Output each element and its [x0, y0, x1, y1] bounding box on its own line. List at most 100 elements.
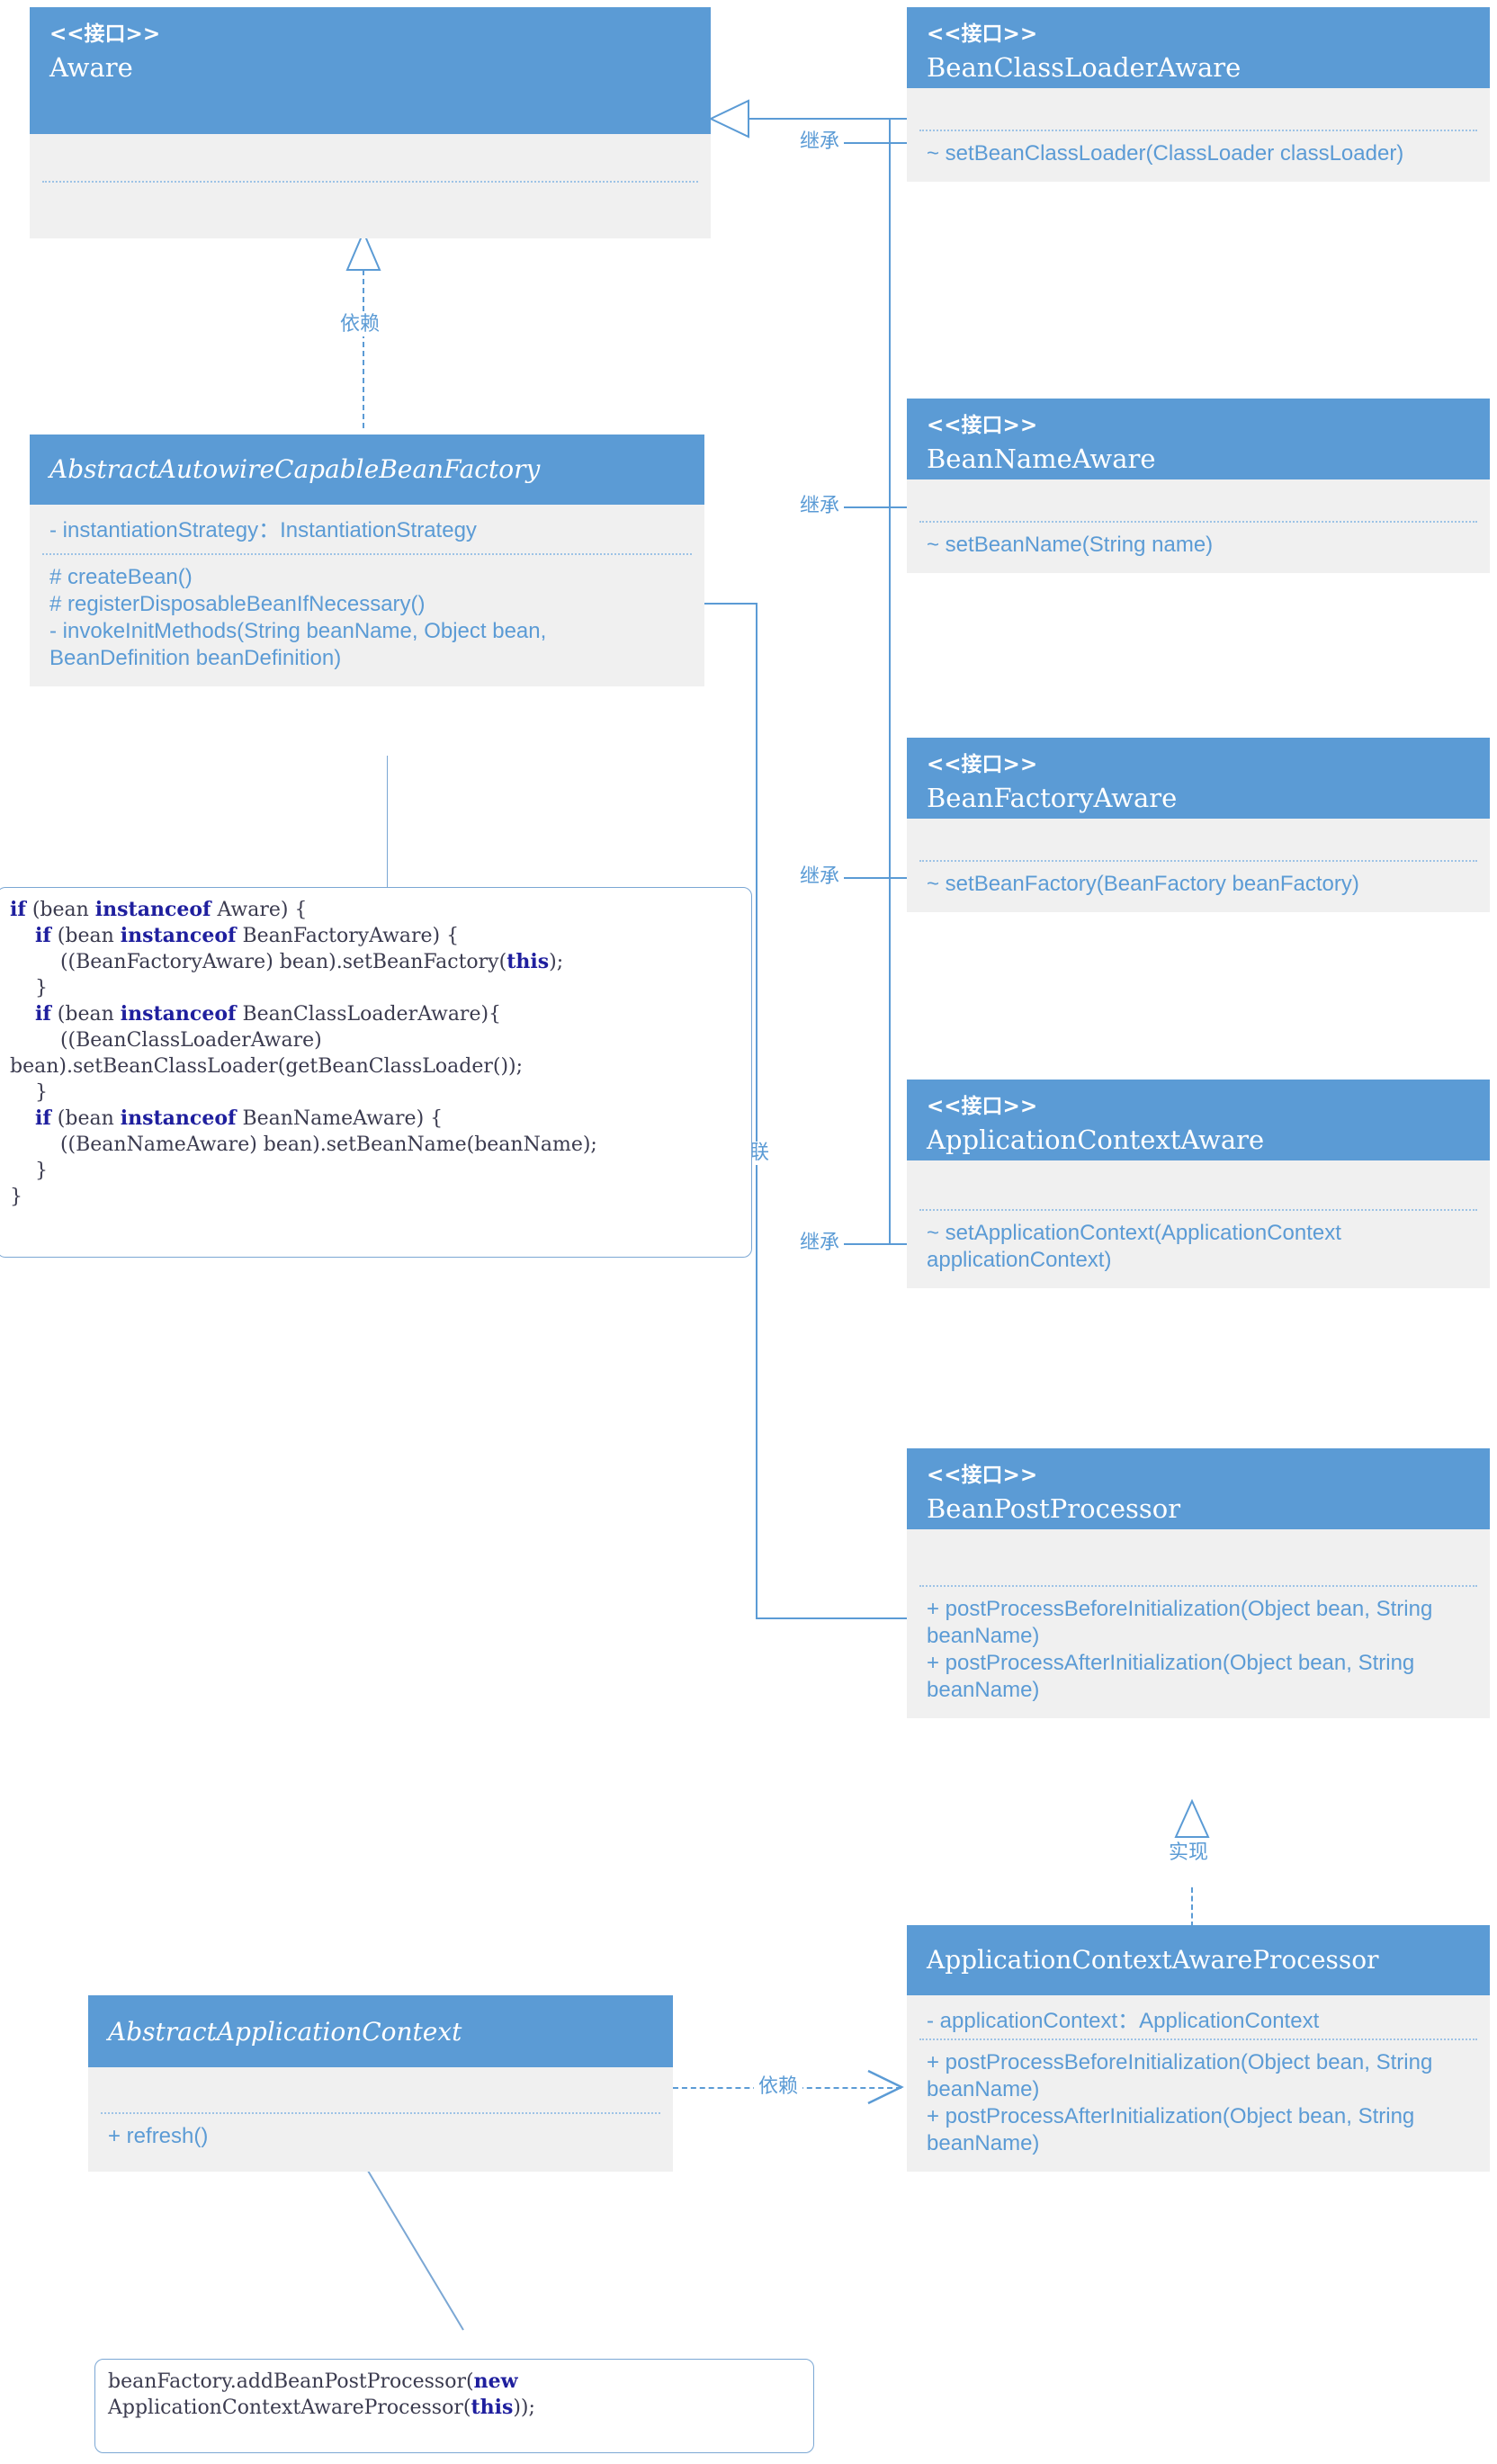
class-box-bean-post-processor[interactable]: <<接口>> BeanPostProcessor + postProcessBe…	[907, 1448, 1490, 1718]
code-line: ((BeanNameAware) bean).setBeanName(beanN…	[10, 1132, 739, 1158]
edge-aware-to-spine	[748, 118, 891, 120]
code-line: bean).setBeanClassLoader(getBeanClassLoa…	[10, 1053, 739, 1080]
code-keyword: this	[471, 2396, 514, 2419]
code-line: }	[10, 1158, 739, 1184]
uml-diagram-canvas: 继承 继承 继承 继承 依赖 关联 实现 依赖 <<接口>> Aware	[0, 0, 1497, 2464]
class-attributes-aac	[88, 2067, 673, 2112]
class-body-bcla: ~ setBeanClassLoader(ClassLoader classLo…	[907, 88, 1490, 182]
class-header-aac: AbstractApplicationContext	[88, 1995, 673, 2067]
attribute-row: - applicationContext：ApplicationContext	[927, 2009, 1320, 2033]
operation-row: + postProcessBeforeInitialization(Object…	[927, 2050, 1433, 2101]
operation-row: ~ setBeanName(String name)	[927, 533, 1214, 557]
class-operations-bpp: + postProcessBeforeInitialization(Object…	[907, 1587, 1490, 1718]
class-box-bean-name-aware[interactable]: <<接口>> BeanNameAware ~ setBeanName(Strin…	[907, 399, 1490, 573]
class-header-bna: <<接口>> BeanNameAware	[907, 399, 1490, 479]
edge-spine-vertical	[889, 118, 891, 1244]
code-line: if (bean instanceof BeanClassLoaderAware…	[10, 1001, 739, 1027]
class-operations-aac: + refresh()	[88, 2114, 673, 2172]
code-text: }	[10, 1081, 48, 1104]
code-text: bean).setBeanClassLoader(getBeanClassLoa…	[10, 1055, 524, 1078]
class-name-aware: Aware	[49, 52, 133, 83]
class-stereotype-bcla: <<接口>>	[927, 22, 1038, 46]
class-operations-bna: ~ setBeanName(String name)	[907, 523, 1490, 573]
edge-realize-line	[1191, 1887, 1193, 1927]
code-text: Aware) {	[211, 899, 308, 921]
code-keyword: if	[34, 1107, 51, 1130]
class-header-aacbf: AbstractAutowireCapableBeanFactory	[30, 435, 704, 505]
class-box-abstract-application-context[interactable]: AbstractApplicationContext + refresh()	[88, 1995, 673, 2172]
class-operations-aca: ~ setApplicationContext(ApplicationConte…	[907, 1211, 1490, 1288]
code-text: (bean	[50, 1003, 121, 1026]
class-body-bfa: ~ setBeanFactory(BeanFactory beanFactory…	[907, 819, 1490, 912]
edge-inherit-bean-class-loader-aware	[889, 118, 907, 120]
class-box-aware[interactable]: <<接口>> Aware	[30, 7, 711, 238]
class-attributes-acap: - applicationContext：ApplicationContext	[907, 1995, 1490, 2038]
operation-row: ~ setBeanClassLoader(ClassLoader classLo…	[927, 141, 1404, 166]
code-text: }	[10, 1160, 48, 1182]
code-line: ((BeanClassLoaderAware)	[10, 1027, 739, 1053]
code-text: );	[549, 951, 564, 973]
operation-row: + refresh()	[108, 2124, 209, 2148]
operation-row: ~ setBeanFactory(BeanFactory beanFactory…	[927, 872, 1359, 896]
class-name-bfa: BeanFactoryAware	[927, 783, 1178, 813]
code-note-aware-dispatch: if (bean instanceof Aware) { if (bean in…	[0, 887, 752, 1258]
class-operations-aware	[30, 183, 711, 238]
code-text: (bean	[25, 899, 95, 921]
code-note-add-post-processor: beanFactory.addBeanPostProcessor(new Appl…	[94, 2359, 814, 2453]
edge-assoc-to-bpp	[756, 1617, 907, 1619]
code-line: if (bean instanceof BeanNameAware) {	[10, 1106, 739, 1132]
code-text: BeanNameAware) {	[236, 1107, 444, 1130]
code-text: BeanFactoryAware) {	[236, 925, 460, 947]
class-stereotype-aware: <<接口>>	[49, 22, 161, 46]
edge-label-realize: 实现	[1164, 1841, 1214, 1865]
code-keyword: new	[473, 2370, 518, 2393]
class-body-aware	[30, 134, 711, 238]
code-text: ApplicationContextAwareProcessor(	[108, 2397, 471, 2419]
code-keyword: instanceof	[120, 924, 237, 947]
class-operations-bcla: ~ setBeanClassLoader(ClassLoader classLo…	[907, 131, 1490, 182]
class-box-bean-class-loader-aware[interactable]: <<接口>> BeanClassLoaderAware ~ setBeanCla…	[907, 7, 1490, 182]
class-box-application-context-aware[interactable]: <<接口>> ApplicationContextAware ~ setAppl…	[907, 1080, 1490, 1288]
edge-label-inherit-bcla: 继承	[795, 130, 845, 154]
class-stereotype-bfa: <<接口>>	[927, 753, 1038, 776]
class-stereotype-aca: <<接口>>	[927, 1095, 1038, 1118]
class-operations-acap: + postProcessBeforeInitialization(Object…	[907, 2040, 1490, 2172]
code-text: ((BeanClassLoaderAware)	[10, 1029, 322, 1052]
class-box-application-context-aware-processor[interactable]: ApplicationContextAwareProcessor - appli…	[907, 1925, 1490, 2172]
code-keyword: if	[34, 1002, 51, 1026]
code-line: if (bean instanceof Aware) {	[10, 897, 739, 923]
class-header-aware: <<接口>> Aware	[30, 7, 711, 134]
edge-code-note-leader	[387, 756, 388, 888]
class-operations-aacbf: # createBean() # registerDisposableBeanI…	[30, 555, 704, 686]
class-header-aca: <<接口>> ApplicationContextAware	[907, 1080, 1490, 1160]
code-keyword: instanceof	[120, 1002, 237, 1026]
class-name-bcla: BeanClassLoaderAware	[927, 52, 1242, 83]
code-line: }	[10, 1184, 739, 1210]
edge-label-inherit-aca: 继承	[795, 1232, 845, 1255]
class-attributes-aacbf: - instantiationStrategy：InstantiationStr…	[30, 505, 704, 553]
class-box-abstract-autowire-capable-bean-factory[interactable]: AbstractAutowireCapableBeanFactory - ins…	[30, 435, 704, 686]
code-text: ((BeanFactoryAware) bean).setBeanFactory…	[10, 951, 507, 973]
code-text: }	[10, 977, 48, 999]
class-box-bean-factory-aware[interactable]: <<接口>> BeanFactoryAware ~ setBeanFactory…	[907, 738, 1490, 912]
class-name-aac: AbstractApplicationContext	[108, 2017, 462, 2047]
class-body-acap: - applicationContext：ApplicationContext …	[907, 1995, 1490, 2172]
code-text: ((BeanNameAware) bean).setBeanName(beanN…	[10, 1133, 597, 1156]
edge-label-inherit-bfa: 继承	[795, 865, 845, 889]
class-body-aca: ~ setApplicationContext(ApplicationConte…	[907, 1160, 1490, 1288]
edge-assoc-top	[704, 603, 757, 605]
code-keyword: if	[10, 898, 26, 921]
operation-row: + postProcessAfterInitialization(Object …	[927, 2104, 1415, 2155]
code-line: if (bean instanceof BeanFactoryAware) {	[10, 923, 739, 949]
class-attributes-aware	[30, 134, 711, 181]
operation-row: # createBean()	[49, 565, 193, 589]
code-line: beanFactory.addBeanPostProcessor(new	[108, 2369, 801, 2395]
code-text: beanFactory.addBeanPostProcessor(	[108, 2370, 474, 2393]
class-header-acap: ApplicationContextAwareProcessor	[907, 1925, 1490, 1995]
code-text: ));	[513, 2397, 535, 2419]
code-line: }	[10, 1080, 739, 1106]
class-name-bna: BeanNameAware	[927, 444, 1156, 474]
